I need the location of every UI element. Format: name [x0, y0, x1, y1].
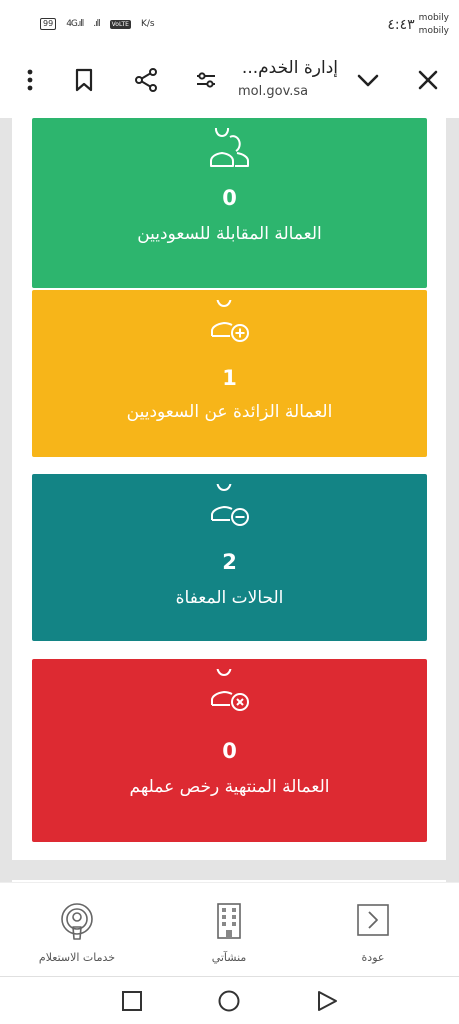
bookmark-button[interactable] [66, 62, 102, 98]
browser-toolbar: إدارة الخدم... mol.gov.sa [0, 44, 459, 118]
page-url: mol.gov.sa [238, 84, 309, 99]
recent-apps-button[interactable] [120, 989, 144, 1013]
card-label: العمالة المنتهية رخص عملهم [129, 777, 330, 797]
card-count: 0 [222, 186, 237, 210]
bookmark-icon [75, 68, 93, 92]
site-settings-button[interactable] [188, 62, 224, 98]
nav-back[interactable]: عودة [308, 901, 438, 964]
nav-inquiry-services[interactable]: خدمات الاستعلام [12, 901, 142, 964]
more-options-button[interactable] [12, 62, 48, 98]
chevron-right-box-icon [357, 904, 389, 936]
carrier-names: mobily mobily [419, 12, 449, 38]
volte-badge: VoLTE [109, 19, 131, 29]
user-x-icon [210, 669, 249, 711]
more-vertical-icon [27, 69, 33, 91]
home-button[interactable] [217, 989, 241, 1013]
back-button[interactable] [315, 989, 339, 1013]
signal-icon: .ıll [93, 19, 100, 29]
users-icon [209, 128, 249, 167]
network-type: 4G [66, 19, 78, 29]
network-signal-icon: 4G.ıll [66, 19, 84, 29]
network-speed: K/s [140, 19, 155, 29]
nav-label: عودة [361, 951, 385, 964]
card-count: 2 [222, 550, 237, 574]
clock: ٤:٤٣ [387, 17, 415, 33]
card-saudi-equivalent-workers[interactable]: 0 العمالة المقابلة للسعوديين [32, 118, 427, 288]
carrier-1: mobily [418, 13, 449, 23]
card-exempt-cases[interactable]: 2 الحالات المعفاة [32, 474, 427, 641]
card-label: العمالة المقابلة للسعوديين [137, 224, 322, 244]
nav-label: خدمات الاستعلام [38, 951, 116, 964]
bottom-navigation: خدمات الاستعلام منشآتي عودة [0, 882, 459, 976]
card-label: العمالة الزائدة عن السعوديين [126, 402, 333, 422]
system-navigation-bar [0, 976, 459, 1024]
card-count: 0 [222, 739, 237, 763]
status-right: ٤:٤٣ mobily mobily [387, 12, 449, 38]
user-plus-icon [210, 300, 249, 342]
tune-icon [197, 72, 215, 88]
nav-label: منشآتي [211, 951, 247, 964]
card-excess-workers[interactable]: 1 العمالة الزائدة عن السعوديين [32, 290, 427, 457]
share-button[interactable] [128, 62, 164, 98]
share-icon [135, 68, 157, 92]
expand-button[interactable] [350, 62, 386, 98]
status-indicators: 99 4G.ıll .ıll VoLTE K/s [40, 18, 155, 30]
card-expired-permits[interactable]: 0 العمالة المنتهية رخص عملهم [32, 659, 427, 842]
podcast-icon [61, 903, 93, 940]
close-icon [418, 70, 438, 90]
carrier-2: mobily [418, 26, 449, 36]
nav-my-establishments[interactable]: منشآتي [164, 901, 294, 964]
close-button[interactable] [410, 62, 446, 98]
page-title-block: إدارة الخدم... mol.gov.sa [238, 58, 358, 99]
card-label: الحالات المعفاة [175, 588, 284, 608]
card-count: 1 [222, 366, 237, 390]
building-icon [217, 903, 241, 939]
page-title: إدارة الخدم... [241, 58, 338, 78]
chevron-down-icon [357, 74, 379, 87]
user-minus-icon [210, 484, 249, 526]
status-bar: 99 4G.ıll .ıll VoLTE K/s ٤:٤٣ mobily mob… [0, 0, 459, 44]
content-area[interactable]: 0 العمالة المقابلة للسعوديين 1 العمالة ا… [0, 118, 459, 884]
battery-icon: 99 [40, 18, 57, 30]
